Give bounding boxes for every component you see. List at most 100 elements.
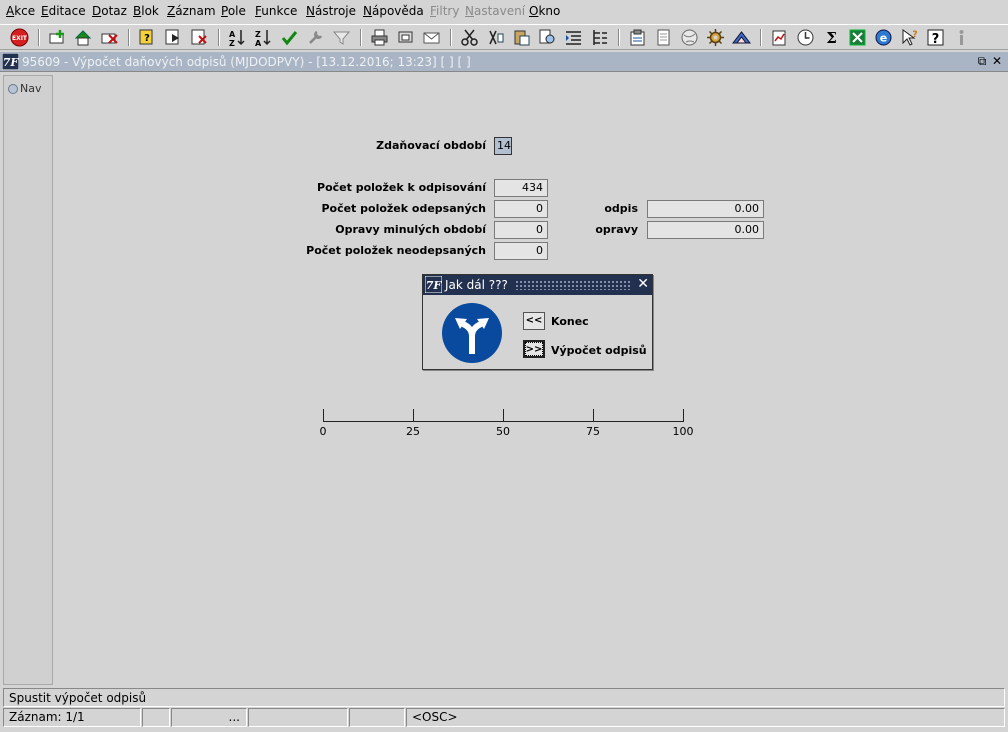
clipboard-icon [630,29,645,46]
find-icon [539,29,555,44]
printer-icon [371,29,388,46]
count-written-off-field[interactable]: 0 [494,200,548,218]
menu-editace[interactable]: Editace [41,4,86,18]
status-bar: Záznam: 1/1 ... <OSC> [3,708,1005,727]
dialog-title-pattern [515,280,630,290]
toolbar-separator [618,29,620,46]
opravy-field[interactable]: 0.00 [647,221,764,239]
menu-napoveda[interactable]: Nápověda [363,4,424,18]
odpis-field[interactable]: 0.00 [647,200,764,218]
copy-button[interactable] [486,28,505,47]
save-record-icon [74,30,92,46]
globe-button[interactable] [680,28,699,47]
close-window-icon[interactable]: ✕ [990,54,1004,68]
print-preview-button[interactable] [396,28,415,47]
nav-radio-icon[interactable] [8,84,18,94]
status-mode: <OSC> [406,708,1005,727]
menu-bar: Akce Editace Dotaz Blok Záznam Pole Funk… [0,0,1008,24]
svg-text:e: e [880,32,887,45]
globe-icon [681,29,698,46]
next-label: Výpočet odpisů [551,344,647,357]
next-step-dialog: 7F Jak dál ??? ✕ << Konec >> Výpočet odp… [422,274,653,370]
dialog-close-icon[interactable]: ✕ [637,276,649,292]
pyramid-icon [732,31,751,44]
menu-blok[interactable]: Blok [133,4,159,18]
delete-record-button[interactable] [100,28,119,47]
add-record-button[interactable] [48,28,67,47]
paste-icon [514,30,530,46]
info-button[interactable] [952,28,971,47]
hint-bar: Spustit výpočet odpisů [3,688,1005,707]
progress-tick-label: 75 [586,425,600,438]
cut-button[interactable] [460,28,479,47]
progress-tick [683,409,684,421]
mail-button[interactable] [422,28,441,47]
tree-button[interactable] [590,28,609,47]
paste-button[interactable] [512,28,531,47]
back-button[interactable]: << [523,312,545,330]
filter-button[interactable] [332,28,351,47]
save-record-button[interactable] [74,28,93,47]
sort-desc-button[interactable]: ZA [254,28,273,47]
sort-asc-button[interactable]: AZ [228,28,247,47]
menu-nastroje[interactable]: Nástroje [306,4,356,18]
print-button[interactable] [370,28,389,47]
chart-button[interactable] [732,28,751,47]
progress-tick [413,409,414,421]
menu-pole[interactable]: Pole [221,4,246,18]
toolbar-separator [450,29,452,46]
query-button[interactable]: ? [138,28,157,47]
svg-text:?: ? [912,30,917,40]
dialog-title-bar[interactable]: 7F Jak dál ??? ✕ [423,275,652,295]
tools-button[interactable] [306,28,325,47]
clock-icon [797,29,814,46]
svg-text:?: ? [144,33,150,44]
svg-text:A: A [229,30,236,39]
find-button[interactable] [538,28,557,47]
sum-button[interactable]: Σ [822,28,841,47]
help-button[interactable]: ? [926,28,945,47]
browser-button[interactable]: e [874,28,893,47]
toolbar-separator [360,29,362,46]
browser-icon: e [875,29,892,46]
status-record: Záznam: 1/1 [3,708,141,727]
confirm-button[interactable] [280,28,299,47]
scissors-icon [461,29,478,46]
menu-okno[interactable]: Okno [529,4,560,18]
next-button[interactable]: >> [523,340,545,358]
indent-list-button[interactable] [564,28,583,47]
menu-nastaveni[interactable]: Nastavení [465,4,525,18]
svg-text:Z: Z [229,39,235,47]
copy-icon [489,30,504,45]
excel-button[interactable] [848,28,867,47]
restore-window-icon[interactable]: ⧉ [975,54,989,68]
attachment-button[interactable] [628,28,647,47]
document-button[interactable] [654,28,673,47]
checkmark-icon [281,31,298,46]
count-not-written-off-field[interactable]: 0 [494,242,548,260]
count-written-off-label: Počet položek odepsaných [321,202,486,215]
execute-query-button[interactable] [164,28,183,47]
settings-button[interactable] [706,28,725,47]
hint-text: Spustit výpočet odpisů [9,691,147,705]
nav-label[interactable]: Nav [20,82,41,95]
menu-zaznam[interactable]: Záznam [167,4,216,18]
exit-button[interactable]: EXIT [10,28,29,47]
envelope-icon [423,32,440,44]
app-logo-icon: 7F [1,52,20,73]
count-to-write-off-field[interactable]: 434 [494,179,548,197]
context-help-button[interactable]: ? [900,28,919,47]
cancel-query-button[interactable] [190,28,209,47]
menu-akce[interactable]: Akce [6,4,35,18]
menu-filtry[interactable]: Filtry [430,4,459,18]
menu-dotaz[interactable]: Dotaz [92,4,127,18]
window-title: 95609 - Výpočet daňových odpisů (MJDODPV… [22,55,471,69]
corrections-prev-field[interactable]: 0 [494,221,548,239]
dialog-logo-icon: 7F [424,275,443,296]
period-field[interactable]: 14 [494,137,512,155]
filter-icon [332,31,351,45]
calendar-button[interactable] [796,28,815,47]
report-button[interactable] [770,28,789,47]
menu-funkce[interactable]: Funkce [255,4,297,18]
svg-text:7F: 7F [426,279,442,292]
